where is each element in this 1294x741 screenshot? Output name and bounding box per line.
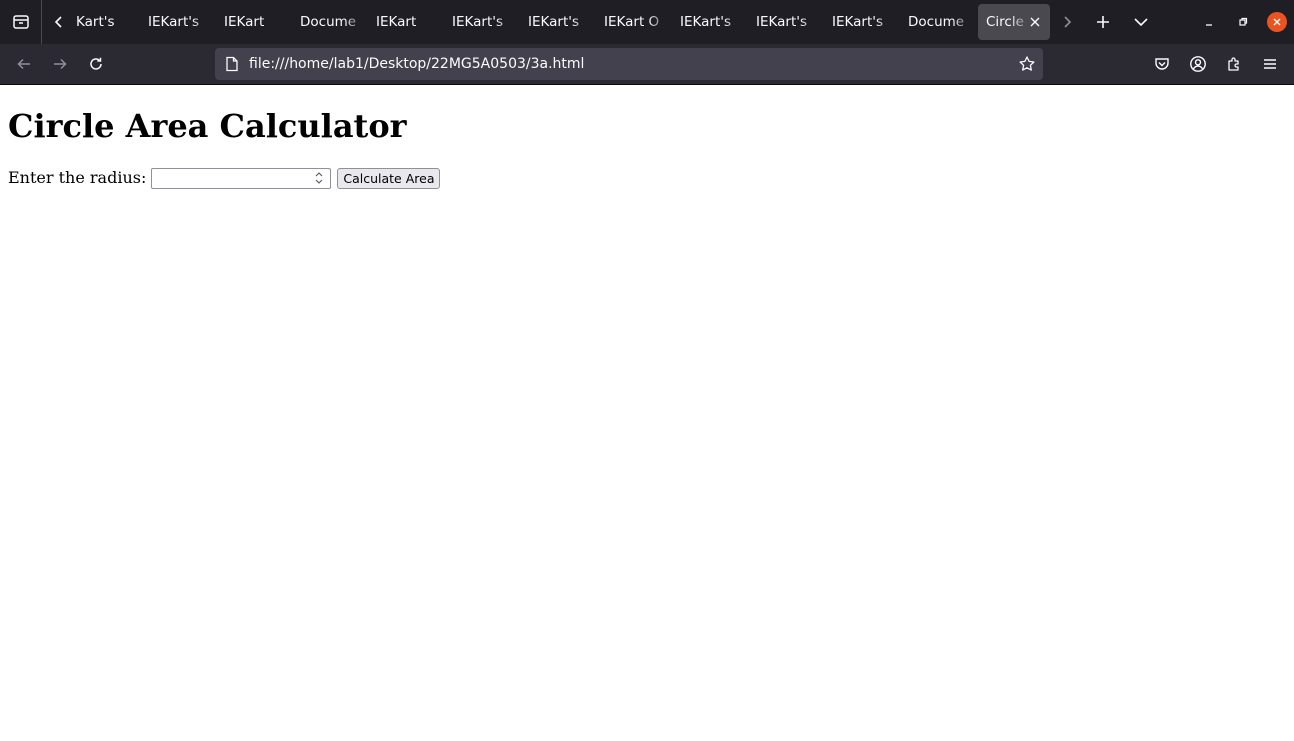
- calculate-area-button[interactable]: Calculate Area: [337, 167, 441, 189]
- close-icon[interactable]: [1026, 13, 1044, 31]
- toolbar-actions: [1144, 48, 1288, 80]
- tab[interactable]: IEKart's: [670, 4, 746, 40]
- window-close-icon[interactable]: [1260, 0, 1294, 44]
- tab[interactable]: IEKart: [366, 4, 442, 40]
- spinner-icon[interactable]: [312, 170, 326, 187]
- tab[interactable]: Kart's: [76, 4, 138, 40]
- url-text[interactable]: file:///home/lab1/Desktop/22MG5A0503/3a.…: [249, 56, 584, 72]
- tab[interactable]: IEKart's: [138, 4, 214, 40]
- tab-title: Kart's: [76, 14, 115, 30]
- tab[interactable]: IEKart's: [442, 4, 518, 40]
- tab-title: IEKart: [224, 14, 265, 30]
- pocket-icon[interactable]: [1144, 48, 1180, 80]
- minimize-icon[interactable]: [1192, 0, 1226, 44]
- page-content: Circle Area Calculator Enter the radius:…: [0, 85, 1294, 741]
- tab-list-icon[interactable]: [0, 0, 42, 44]
- url-bar[interactable]: file:///home/lab1/Desktop/22MG5A0503/3a.…: [215, 48, 1043, 80]
- tab[interactable]: IEKart: [214, 4, 290, 40]
- tab[interactable]: IEKart's: [822, 4, 898, 40]
- tab-title: IEKart: [376, 14, 417, 30]
- tab[interactable]: IEKart's: [746, 4, 822, 40]
- chevron-left-icon[interactable]: [42, 0, 76, 44]
- chevron-down-icon[interactable]: [1122, 0, 1160, 44]
- active-tab[interactable]: Circle: [978, 4, 1050, 40]
- restore-icon[interactable]: [1226, 0, 1260, 44]
- tab[interactable]: IEKart O: [594, 4, 670, 40]
- page-icon: [216, 56, 248, 72]
- plus-icon[interactable]: [1084, 0, 1122, 44]
- window-controls: [1192, 0, 1294, 44]
- tab-list: Kart's IEKart's IEKart Docume IEKart IEK…: [76, 0, 1050, 44]
- page-title: Circle Area Calculator: [8, 107, 407, 145]
- arrow-left-icon[interactable]: [6, 48, 42, 80]
- hamburger-icon[interactable]: [1252, 48, 1288, 80]
- tab-strip: Kart's IEKart's IEKart Docume IEKart IEK…: [0, 0, 1294, 44]
- radius-input[interactable]: [151, 167, 332, 190]
- reload-icon[interactable]: [78, 48, 114, 80]
- radius-label: Enter the radius:: [8, 168, 147, 187]
- arrow-right-icon[interactable]: [42, 48, 78, 80]
- star-icon[interactable]: [1017, 54, 1037, 74]
- tab[interactable]: IEKart's: [518, 4, 594, 40]
- radius-field[interactable]: [152, 170, 303, 190]
- account-icon[interactable]: [1180, 48, 1216, 80]
- puzzle-icon[interactable]: [1216, 48, 1252, 80]
- radius-form: Enter the radius: Calculate Area: [8, 167, 441, 190]
- chevron-right-icon[interactable]: [1050, 0, 1084, 44]
- tab[interactable]: Docume: [290, 4, 366, 40]
- navigation-toolbar: file:///home/lab1/Desktop/22MG5A0503/3a.…: [0, 44, 1294, 85]
- tab[interactable]: Docume: [898, 4, 974, 40]
